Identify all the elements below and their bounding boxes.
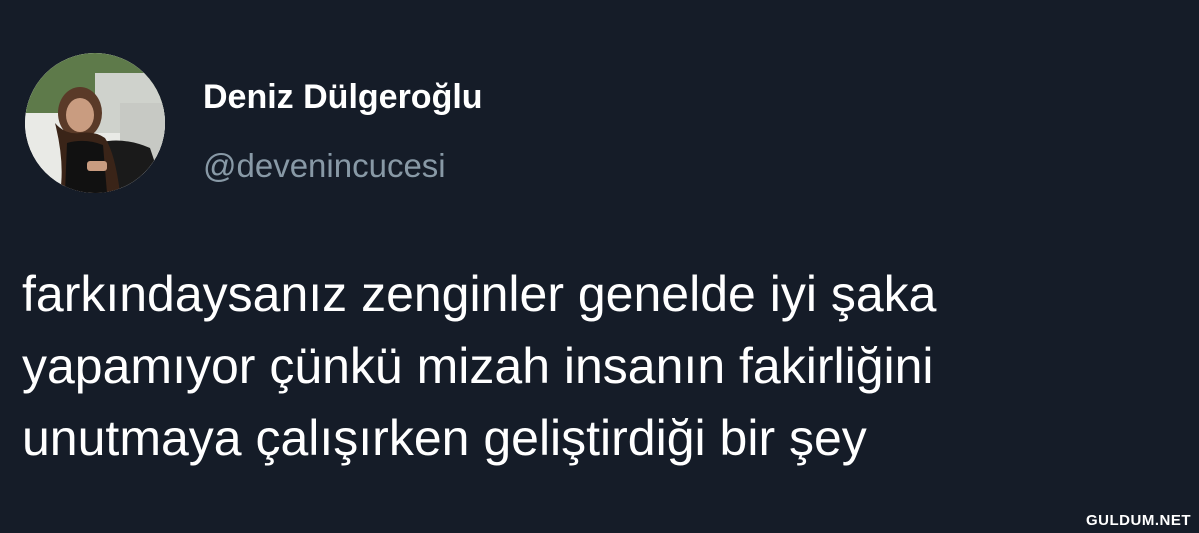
tweet-text: farkındaysanız zenginler genelde iyi şak…	[22, 258, 1182, 474]
tweet-text-line: yapamıyor çünkü mizah insanın fakirliğin…	[22, 338, 934, 394]
display-name[interactable]: Deniz Dülgeroğlu	[203, 76, 483, 118]
tweet-text-line: unutmaya çalışırken geliştirdiği bir şey	[22, 410, 867, 466]
tweet-text-line: farkındaysanız zenginler genelde iyi şak…	[22, 266, 937, 322]
tweet-card: Deniz Dülgeroğlu @devenincucesi farkında…	[0, 0, 1199, 533]
user-handle[interactable]: @devenincucesi	[203, 145, 446, 187]
avatar-photo	[25, 53, 165, 193]
watermark: GULDUM.NET	[1086, 512, 1191, 529]
avatar[interactable]	[25, 53, 165, 193]
